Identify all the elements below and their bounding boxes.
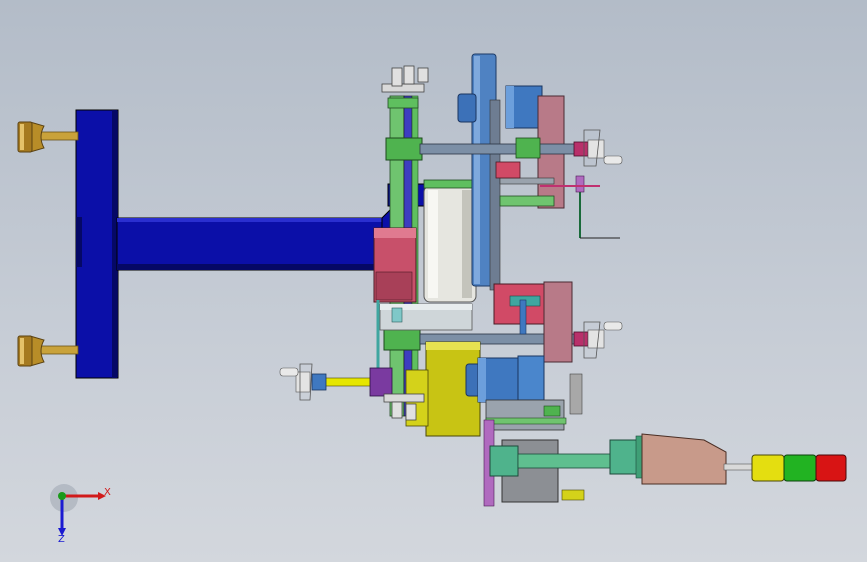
- lower-motor[interactable]: [465, 355, 545, 403]
- signal-tower-green-light: [783, 454, 817, 482]
- column-clamp-lower[interactable]: [383, 327, 421, 351]
- drive-motor[interactable]: [373, 227, 417, 303]
- signal-tower-red-light: [815, 454, 847, 482]
- top-fittings[interactable]: [381, 65, 429, 109]
- cylinder-upper[interactable]: [419, 129, 623, 167]
- side-rod-fitting[interactable]: [279, 363, 393, 401]
- y-axis-dot: [58, 492, 66, 500]
- cad-viewport[interactable]: X Z: [0, 0, 867, 562]
- leveling-foot-bottom[interactable]: [17, 335, 79, 367]
- tan-housing[interactable]: [641, 433, 727, 485]
- main-frame[interactable]: [75, 109, 119, 379]
- orientation-triad: X Z: [50, 484, 111, 545]
- leveling-foot-top[interactable]: [17, 121, 79, 153]
- idler-roller[interactable]: [423, 179, 477, 303]
- signal-tower[interactable]: [723, 454, 847, 482]
- signal-tower-yellow-light: [751, 454, 785, 482]
- column-clamp-upper[interactable]: [385, 137, 423, 161]
- z-axis-label: Z: [58, 534, 65, 545]
- x-axis-label: X: [104, 487, 111, 498]
- cad-model-drawing[interactable]: X Z: [0, 0, 867, 562]
